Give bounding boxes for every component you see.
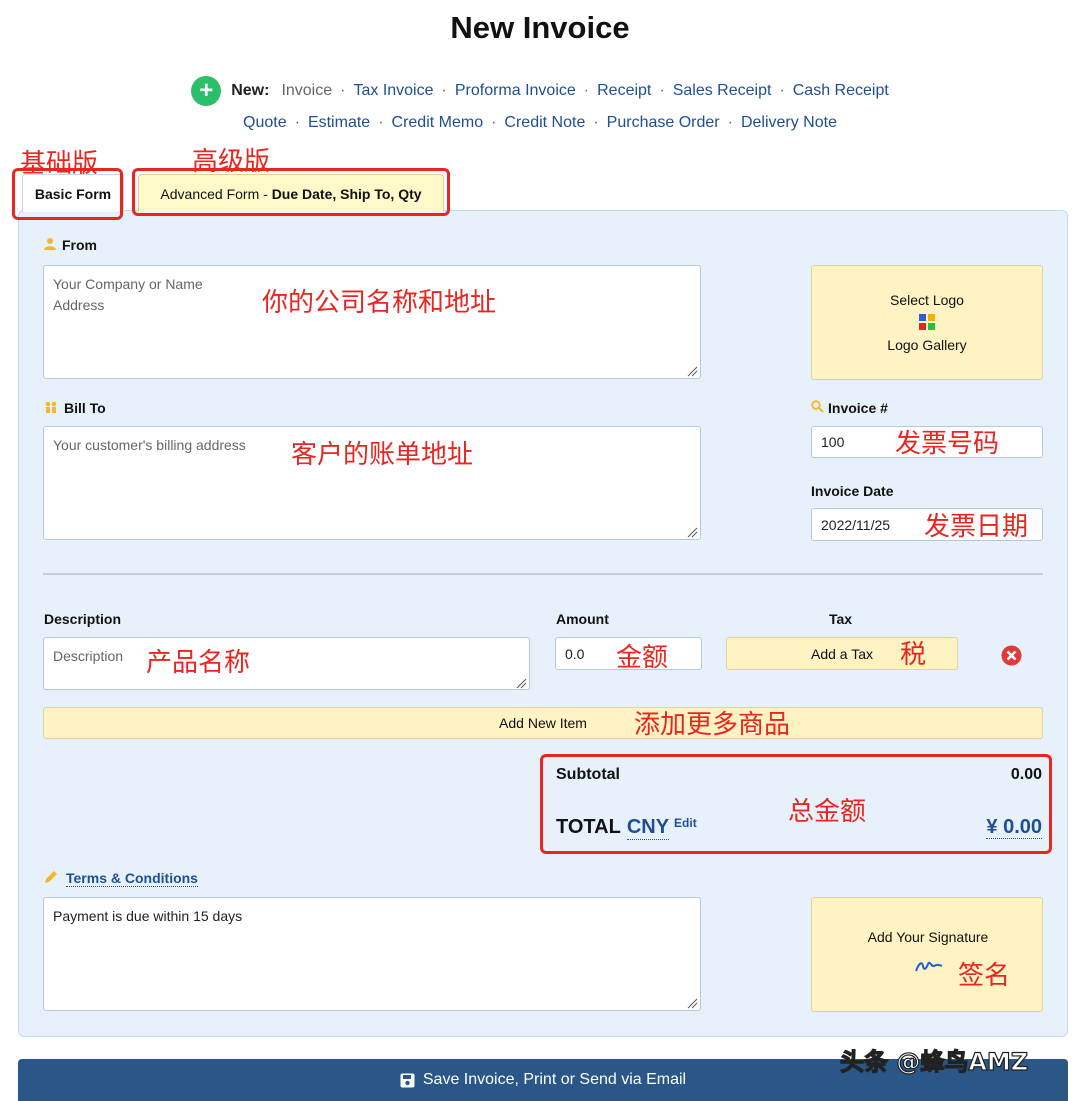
from-label-row: From [44,237,97,253]
logo-gallery-label[interactable]: Logo Gallery [887,337,966,353]
amount-header: Amount [556,611,609,627]
invoice-number-label: Invoice # [828,400,888,416]
search-icon [811,400,824,416]
tax-header: Tax [829,611,853,627]
terms-link[interactable]: Terms & Conditions [66,870,198,887]
subtotal-label: Subtotal [556,766,620,783]
annotation-signature: 签名 [958,961,1011,991]
total-label-row: TOTAL CNY Edit [556,816,697,840]
pencil-icon [44,870,58,887]
add-new-item-button[interactable]: Add New Item [43,707,1043,739]
annotation-invoice-number: 发票号码 [895,429,1000,459]
annotation-tax: 税 [900,640,927,670]
new-quote-link[interactable]: Quote [243,114,287,132]
people-icon [44,400,58,416]
new-proforma-invoice-link[interactable]: Proforma Invoice [455,82,576,100]
new-tax-invoice-link[interactable]: Tax Invoice [353,82,433,100]
new-receipt-link[interactable]: Receipt [597,82,651,100]
resize-grip-icon[interactable] [516,676,527,694]
new-invoice-link[interactable]: Invoice [281,82,332,100]
annotation-box-advanced [132,168,450,216]
terms-label-row: Terms & Conditions [44,870,198,887]
new-delivery-note-link[interactable]: Delivery Note [741,114,837,132]
currency-edit-link[interactable]: Edit [674,816,697,830]
new-sales-receipt-link[interactable]: Sales Receipt [673,82,772,100]
annotation-add-more: 添加更多商品 [634,710,791,740]
invoice-number-label-row: Invoice # [811,400,888,416]
annotation-total: 总金额 [788,797,867,827]
currency-selector[interactable]: CNY [626,816,670,840]
section-divider [43,573,1043,575]
new-label: New: [231,82,270,99]
select-logo-label: Select Logo [890,292,964,308]
total-amount: ¥ 0.00 [986,816,1042,839]
person-icon [44,237,56,253]
save-button-label: Save Invoice, Print or Send via Email [422,1071,687,1088]
bill-to-label: Bill To [64,400,106,416]
resize-grip-icon[interactable] [687,525,698,543]
signature-icon [915,958,943,977]
page-title: New Invoice [450,10,630,45]
annotation-invoice-date: 发票日期 [924,512,1029,542]
new-estimate-link[interactable]: Estimate [308,114,370,132]
annotation-company: 你的公司名称和地址 [262,288,497,318]
from-label: From [62,237,97,253]
subtotal-value: 0.00 [1010,766,1042,783]
new-cash-receipt-link[interactable]: Cash Receipt [793,82,889,100]
resize-grip-icon[interactable] [687,364,698,382]
bill-to-label-row: Bill To [44,400,106,416]
terms-textarea[interactable]: Payment is due within 15 days [43,897,701,1011]
annotation-customer: 客户的账单地址 [291,440,474,470]
logo-select-box[interactable]: Select Logo Logo Gallery [811,265,1043,380]
total-label: TOTAL [556,816,621,838]
description-header: Description [44,611,122,627]
watermark: 头条 @蜂鸟AMZ [839,1047,1029,1076]
total-value: ¥ 0.00 [900,816,1042,839]
resize-grip-icon[interactable] [687,996,698,1014]
new-purchase-order-link[interactable]: Purchase Order [607,114,720,132]
annotation-product: 产品名称 [146,648,251,678]
save-icon [400,1073,415,1088]
annotation-box-basic [12,168,123,220]
plus-icon[interactable]: + [191,76,222,106]
annotation-amount: 金额 [616,643,669,673]
new-document-menu-row2: Quote · Estimate · Credit Memo · Credit … [243,114,837,132]
item-description-input[interactable]: Description [43,637,530,690]
new-credit-memo-link[interactable]: Credit Memo [392,114,484,132]
logo-gallery-icon[interactable] [919,314,935,333]
new-credit-note-link[interactable]: Credit Note [504,114,585,132]
remove-item-icon[interactable] [1001,645,1022,671]
add-signature-label: Add Your Signature [867,929,989,945]
invoice-date-label: Invoice Date [811,483,894,499]
new-document-menu: + New: Invoice · Tax Invoice · Proforma … [0,76,1080,106]
